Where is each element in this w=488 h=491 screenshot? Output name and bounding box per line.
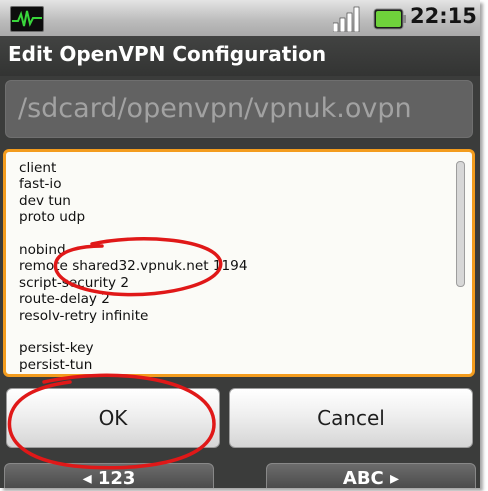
phone-screen: 22:15 Edit OpenVPN Configuration /sdcard… — [0, 0, 480, 488]
editor-scrollbar[interactable] — [456, 161, 465, 287]
activity-monitor-icon[interactable] — [10, 6, 44, 32]
config-editor[interactable]: client fast-io dev tun proto udp nobind … — [3, 149, 475, 377]
file-path-text: /sdcard/openvpn/vpnuk.ovpn — [18, 93, 412, 124]
config-text[interactable]: client fast-io dev tun proto udp nobind … — [19, 160, 247, 373]
status-clock: 22:15 — [410, 4, 477, 28]
ok-button[interactable]: OK — [6, 388, 220, 448]
keyboard-alpha-key[interactable]: ABC ▸ — [266, 463, 476, 488]
cancel-button[interactable]: Cancel — [229, 388, 473, 448]
file-path-field: /sdcard/openvpn/vpnuk.ovpn — [5, 80, 473, 138]
keyboard-numeric-key[interactable]: ◂ 123 — [4, 463, 214, 488]
dialog-title-bar: Edit OpenVPN Configuration — [0, 36, 480, 76]
status-bar: 22:15 — [0, 0, 480, 36]
dialog-title: Edit OpenVPN Configuration — [8, 42, 327, 66]
signal-strength-icon — [332, 6, 363, 33]
battery-charging-icon — [373, 8, 407, 30]
